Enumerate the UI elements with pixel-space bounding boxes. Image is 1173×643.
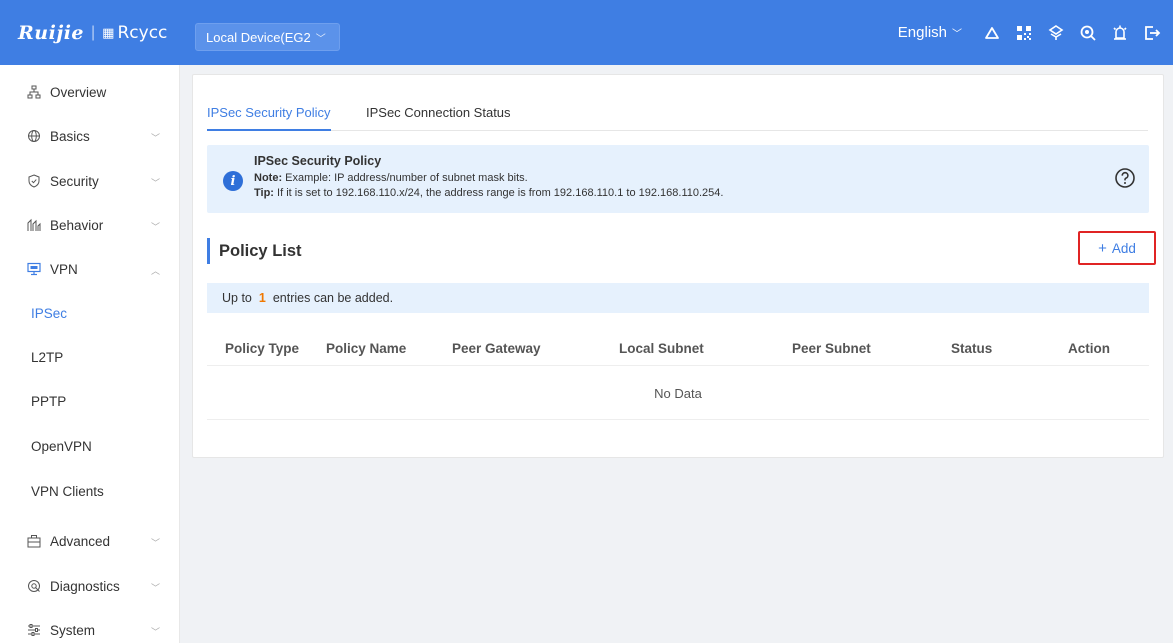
logout-icon[interactable] [1143,24,1161,42]
sidebar-item-label: Basics [50,128,90,144]
add-button[interactable]: + Add [1078,231,1156,265]
note-text: Example: IP address/number of subnet mas… [282,172,528,184]
vpn-icon [27,262,41,276]
entry-limit-notice: Up to 1 entries can be added. [207,283,1149,313]
diagnostics-icon [27,579,41,593]
sidebar-sub-label: L2TP [31,349,64,365]
sidebar-sub-pptp[interactable]: PPTP [0,379,180,423]
column-status: Status [951,341,993,356]
main-panel: IPSec Security Policy IPSec Connection S… [192,74,1164,458]
no-data-text: No Data [654,386,702,401]
info-tip: Tip: If it is set to 192.168.110.x/24, t… [254,187,723,199]
chevron-down-icon: ﹀ [151,627,161,637]
tab-ipsec-security-policy[interactable]: IPSec Security Policy [207,105,331,131]
device-select-value: Local Device(EG2 [206,29,311,45]
chevron-up-icon: ︿ [151,266,161,276]
tab-ipsec-connection-status[interactable]: IPSec Connection Status [366,105,511,129]
chevron-down-icon: ﹀ [952,29,962,40]
column-policy-type: Policy Type [225,341,300,356]
top-bar: Ruijie | ▦ Rcycc Local Device(EG2 ﹀ Engl… [0,0,1173,65]
chevron-down-icon: ﹀ [151,178,161,188]
behavior-icon [27,218,41,232]
sidebar-sub-l2tp[interactable]: L2TP [0,335,180,379]
limit-suffix: entries can be added. [272,291,394,305]
column-policy-name: Policy Name [326,341,407,356]
brand-separator: | [91,23,96,41]
info-title: IPSec Security Policy [254,154,382,168]
chevron-down-icon: ﹀ [315,33,326,45]
language-label: English [897,24,947,41]
sidebar-item-behavior[interactable]: Behavior ﹀ [0,203,180,247]
sidebar-sub-label: PPTP [31,393,67,409]
sidebar-sub-label: OpenVPN [31,438,92,454]
sidebar-item-overview[interactable]: Overview [0,70,180,114]
shield-icon [27,174,41,188]
sidebar-item-label: VPN [50,261,78,277]
overview-icon [27,85,41,99]
column-peer-subnet: Peer Subnet [792,341,871,356]
sidebar-sub-vpn-clients[interactable]: VPN Clients [0,469,180,513]
sidebar-item-security[interactable]: Security ﹀ [0,159,180,203]
brand-logo: Ruijie | ▦ Rcycc [18,22,167,44]
qr-code-icon[interactable] [1015,24,1033,42]
limit-prefix: Up to [222,291,252,305]
chevron-down-icon: ﹀ [151,538,161,548]
sidebar-item-label: Behavior [50,217,104,233]
globe-icon [27,129,41,143]
sidebar-item-advanced[interactable]: Advanced ﹀ [0,519,180,563]
info-box: i IPSec Security Policy Note: Example: I… [207,145,1149,213]
chevron-down-icon: ﹀ [151,133,161,143]
sidebar-item-diagnostics[interactable]: Diagnostics ﹀ [0,564,180,608]
sidebar-sub-label: IPSec [31,305,68,321]
brand-secondary: Rcycc [117,22,168,43]
column-action: Action [1068,341,1110,356]
sidebar-item-label: Overview [50,84,107,100]
brand-primary: Ruijie [18,21,85,44]
tip-text: If it is set to 192.168.110.x/24, the ad… [273,187,724,199]
sidebar-sub-ipsec[interactable]: IPSec [0,291,180,335]
cloud-icon[interactable] [983,24,1001,42]
sidebar-item-label: Advanced [50,533,111,549]
sidebar-sub-openvpn[interactable]: OpenVPN [0,424,180,468]
search-icon[interactable] [1079,24,1097,42]
column-local-subnet: Local Subnet [619,341,704,356]
table-header: Policy Type Policy Name Peer Gateway Loc… [207,335,1149,366]
language-select[interactable]: English ﹀ [898,24,962,41]
add-button-label: Add [1111,240,1136,256]
sidebar-item-vpn[interactable]: VPN ︿ [0,247,180,291]
system-icon [27,623,41,637]
alert-icon[interactable] [1111,24,1129,42]
help-icon[interactable] [1114,167,1136,189]
sidebar: Overview Basics ﹀ Security ﹀ Behavior ﹀ … [0,65,180,643]
column-peer-gateway: Peer Gateway [452,341,541,356]
info-icon: i [223,171,243,191]
device-select[interactable]: Local Device(EG2 ﹀ [195,23,340,51]
limit-value: 1 [258,291,266,305]
info-note: Note: Example: IP address/number of subn… [254,172,528,184]
sidebar-item-basics[interactable]: Basics ﹀ [0,114,180,158]
network-icon[interactable] [1047,24,1065,42]
brand-mark-icon: ▦ [102,24,115,40]
sidebar-sub-label: VPN Clients [31,483,104,499]
tip-label: Tip: [254,187,274,199]
advanced-icon [27,534,41,548]
chevron-down-icon: ﹀ [151,583,161,593]
note-label: Note: [254,172,283,184]
sidebar-item-system[interactable]: System ﹀ [0,608,180,643]
sidebar-item-label: Security [50,173,99,189]
chevron-down-icon: ﹀ [151,222,161,232]
table-empty-row: No Data [207,366,1149,420]
sidebar-item-label: System [50,622,96,638]
tab-bar: IPSec Security Policy IPSec Connection S… [207,97,1148,131]
plus-icon: + [1098,239,1107,257]
sidebar-item-label: Diagnostics [50,578,120,594]
policy-list-title: Policy List [207,238,302,264]
